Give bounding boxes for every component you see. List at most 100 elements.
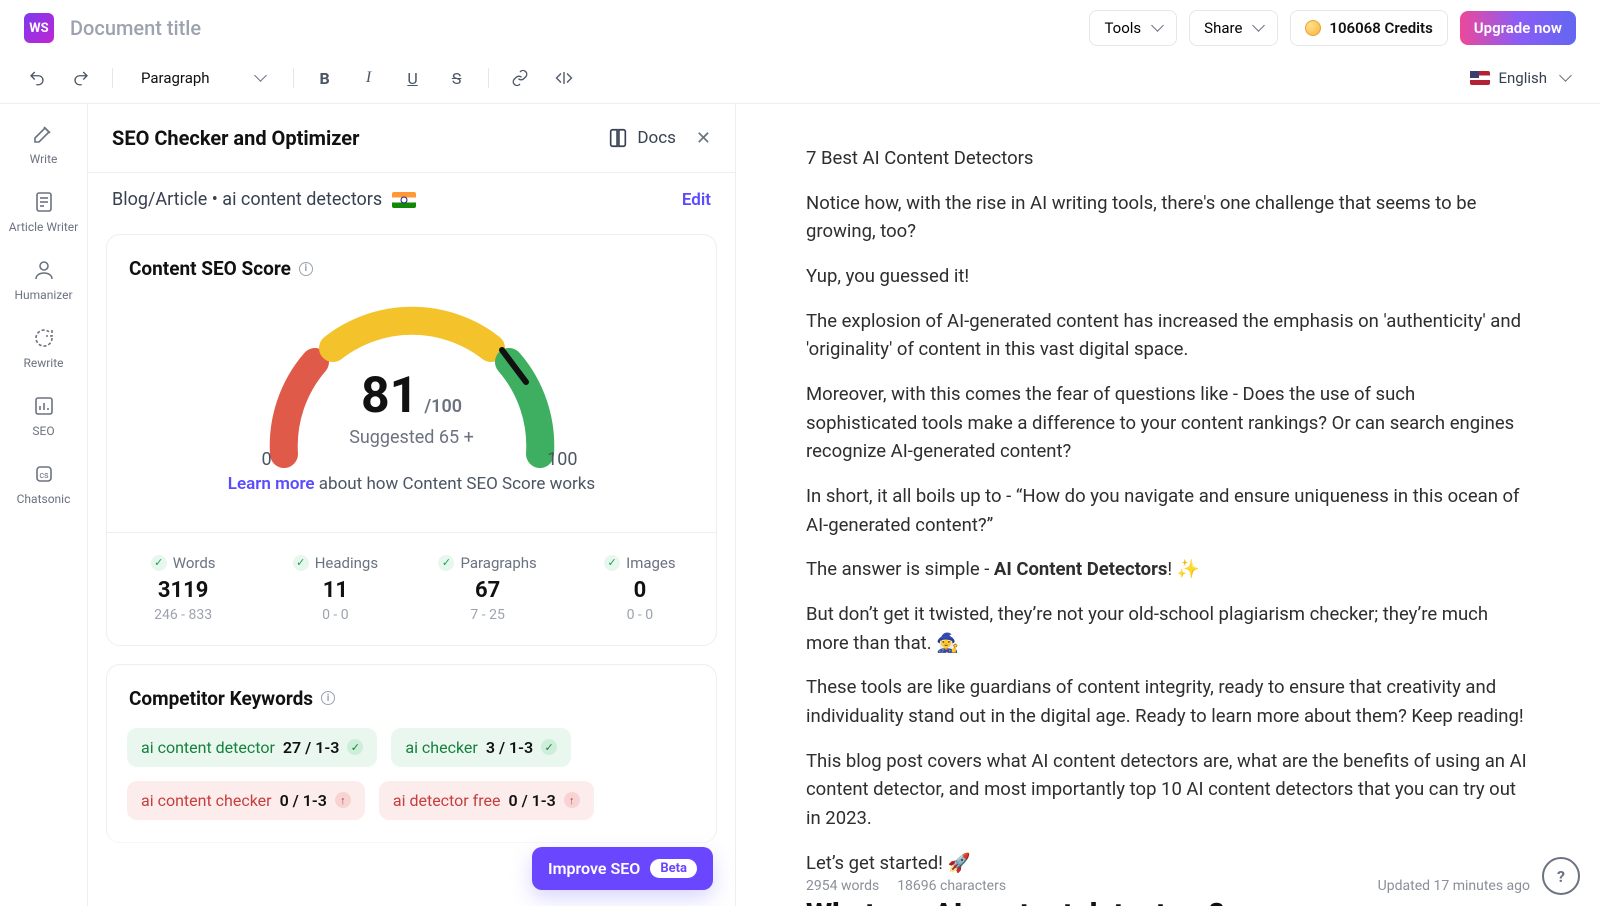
panel-scroll-area[interactable]: Content SEO Score i 0 100 [88, 226, 735, 906]
rail-article-writer[interactable]: Article Writer [9, 190, 78, 234]
stat-label: Headings [315, 554, 378, 572]
strike-button[interactable]: S [444, 65, 470, 91]
credits-text: 106068 Credits [1329, 19, 1432, 37]
gauge-score-max: /100 [424, 396, 462, 417]
learn-more-row: Learn more about how Content SEO Score w… [228, 474, 595, 512]
check-icon: ✓ [438, 555, 454, 571]
editor-paragraph[interactable]: But don’t get it twisted, they’re not yo… [806, 600, 1530, 657]
credits-pill[interactable]: 106068 Credits [1290, 10, 1447, 46]
keyword-chip[interactable]: ai content detector 27 / 1-3 ✓ [127, 728, 377, 767]
info-icon[interactable]: i [321, 691, 335, 705]
chip-text: ai checker [405, 738, 477, 757]
stat-headings: ✓Headings 11 0 - 0 [259, 533, 411, 645]
rail-write-label: Write [30, 152, 58, 166]
editor-paragraph[interactable]: Yup, you guessed it! [806, 262, 1530, 291]
keywords-card: Competitor Keywords i ai content detecto… [106, 664, 717, 843]
doc-info-label: Blog/Article • ai content detectors [112, 189, 382, 210]
share-dropdown[interactable]: Share [1189, 10, 1278, 46]
toolbar-separator [293, 68, 294, 88]
keywords-title-text: Competitor Keywords [129, 687, 313, 710]
tools-dropdown[interactable]: Tools [1089, 10, 1177, 46]
editor-paragraph[interactable]: The explosion of AI-generated content ha… [806, 307, 1530, 364]
bold-button[interactable]: B [312, 65, 338, 91]
check-icon: ✓ [293, 555, 309, 571]
docs-link[interactable]: Docs [607, 127, 676, 149]
chip-count: 3 / 1-3 [486, 738, 533, 757]
check-icon: ✓ [604, 555, 620, 571]
info-icon[interactable]: i [299, 262, 313, 276]
editor-toolbar: Paragraph B I U S English [0, 57, 1600, 103]
header-left: WS Document title [24, 13, 201, 43]
text-run: The answer is simple - [806, 558, 994, 580]
italic-button[interactable]: I [356, 65, 382, 91]
language-select[interactable]: English [1470, 69, 1576, 87]
flag-india-icon [392, 192, 416, 208]
stat-value: 0 [572, 578, 708, 603]
rail-chatsonic-label: Chatsonic [17, 492, 71, 506]
rail-rewrite[interactable]: Rewrite [23, 326, 63, 370]
link-button[interactable] [507, 65, 533, 91]
editor-heading[interactable]: What are AI content detectors? [806, 897, 1530, 906]
help-fab[interactable]: ? [1542, 857, 1580, 895]
editor-paragraph[interactable]: The answer is simple - AI Content Detect… [806, 555, 1530, 584]
learn-more-link[interactable]: Learn more [228, 474, 315, 494]
doc-info-row: Blog/Article • ai content detectors Edit [92, 173, 731, 226]
chip-count: 0 / 1-3 [280, 791, 327, 810]
up-arrow-icon: ↑ [335, 792, 351, 808]
editor-paragraph[interactable]: 7 Best AI Content Detectors [806, 144, 1530, 173]
edit-link[interactable]: Edit [682, 190, 711, 210]
status-words: 2954 words [806, 878, 879, 894]
close-panel-button[interactable]: ✕ [696, 128, 711, 149]
stat-range: 0 - 0 [267, 607, 403, 623]
coin-icon [1305, 20, 1321, 36]
text-run: ! ✨ [1167, 558, 1199, 580]
toolbar-separator [488, 68, 489, 88]
editor-paragraph[interactable]: Let’s get started! 🚀 [806, 849, 1530, 878]
check-icon: ✓ [541, 739, 557, 755]
document-editor[interactable]: 7 Best AI Content Detectors Notice how, … [736, 104, 1600, 906]
doc-info-text: Blog/Article • ai content detectors [112, 189, 416, 210]
up-arrow-icon: ↑ [564, 792, 580, 808]
stat-value: 3119 [115, 578, 251, 603]
chip-text: ai content detector [141, 738, 275, 757]
seo-score-title: Content SEO Score i [129, 257, 694, 280]
editor-paragraph[interactable]: Notice how, with the rise in AI writing … [806, 189, 1530, 246]
stat-range: 246 - 833 [115, 607, 251, 623]
undo-button[interactable] [24, 65, 50, 91]
redo-button[interactable] [68, 65, 94, 91]
underline-button[interactable]: U [400, 65, 426, 91]
gauge-score: 81 /100 [361, 367, 462, 425]
keyword-chip[interactable]: ai checker 3 / 1-3 ✓ [391, 728, 571, 767]
stat-words: ✓Words 3119 246 - 833 [107, 533, 259, 645]
gauge-score-value: 81 [361, 367, 418, 425]
editor-paragraph[interactable]: These tools are like guardians of conten… [806, 673, 1530, 730]
code-button[interactable] [551, 65, 577, 91]
learn-more-rest: about how Content SEO Score works [315, 474, 596, 494]
upgrade-button[interactable]: Upgrade now [1460, 11, 1576, 45]
tools-label: Tools [1104, 19, 1141, 37]
chip-count: 0 / 1-3 [508, 791, 555, 810]
editor-paragraph[interactable]: This blog post covers what AI content de… [806, 747, 1530, 833]
language-label: English [1498, 69, 1547, 87]
toolbar-separator [112, 68, 113, 88]
rail-chatsonic[interactable]: cs Chatsonic [17, 462, 71, 506]
panel-title: SEO Checker and Optimizer [112, 126, 359, 150]
rail-rewrite-label: Rewrite [23, 356, 63, 370]
book-icon [607, 127, 629, 149]
keyword-chip[interactable]: ai detector free 0 / 1-3 ↑ [379, 781, 594, 820]
stats-grid: ✓Words 3119 246 - 833 ✓Headings 11 0 - 0… [107, 532, 716, 645]
app-logo[interactable]: WS [24, 13, 54, 43]
stat-paragraphs: ✓Paragraphs 67 7 - 25 [412, 533, 564, 645]
gauge-suggested: Suggested 65 + [349, 427, 474, 448]
editor-paragraph[interactable]: In short, it all boils up to - “How do y… [806, 482, 1530, 539]
rail-seo[interactable]: SEO [32, 394, 56, 438]
keyword-chip[interactable]: ai content checker 0 / 1-3 ↑ [127, 781, 365, 820]
rail-write[interactable]: Write [30, 122, 58, 166]
editor-paragraph[interactable]: Moreover, with this comes the fear of qu… [806, 380, 1530, 466]
paragraph-style-select[interactable]: Paragraph [131, 63, 275, 93]
rail-humanizer[interactable]: Humanizer [14, 258, 72, 302]
keyword-chips: ai content detector 27 / 1-3 ✓ ai checke… [107, 710, 716, 842]
improve-seo-button[interactable]: Improve SEO Beta [532, 847, 713, 890]
doc-title-input[interactable]: Document title [70, 16, 201, 40]
docs-label: Docs [637, 128, 676, 148]
